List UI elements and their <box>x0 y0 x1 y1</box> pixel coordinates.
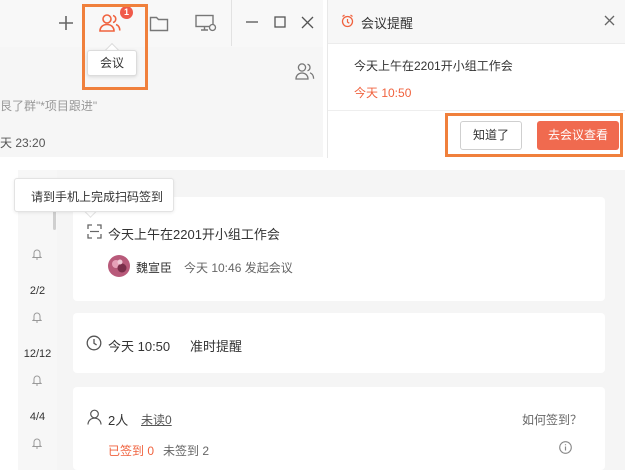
bell-icon <box>32 248 42 260</box>
timeline-count: 4/4 <box>29 411 46 423</box>
attendee-total: 2人 <box>108 413 129 428</box>
checkin-tooltip: 请到手机上完成扫码签到 <box>14 178 174 212</box>
reminder-message: 今天上午在2201开小组工作会 <box>354 59 513 73</box>
meeting-title: 今天上午在2201开小组工作会 <box>108 227 280 242</box>
organizer-name: 魏宣臣 <box>136 261 173 275</box>
monitor-settings-icon[interactable] <box>192 9 220 37</box>
meeting-reminder-dialog: 会议提醒 今天上午在2201开小组工作会 今天 10:50 知道了 去会议查看 <box>327 0 625 158</box>
close-icon[interactable] <box>604 15 615 26</box>
reminder-time-card: 今天 10:50 准时提醒 <box>73 313 605 373</box>
close-icon[interactable] <box>293 8 321 36</box>
how-to-checkin-link[interactable]: 如何签到？ <box>522 411 582 428</box>
maximize-icon[interactable] <box>266 8 294 36</box>
dialog-header: 会议提醒 <box>328 0 625 44</box>
meeting-detail-panel: 2/2 12/12 4/4 今天上午在2201开小组工作会 魏宣臣 今天 10:… <box>0 170 625 470</box>
timeline-count: 12/12 <box>23 348 52 360</box>
reminder-card-type: 准时提醒 <box>190 339 243 354</box>
minimize-icon[interactable] <box>238 8 266 36</box>
buttons-highlight-box <box>445 113 623 157</box>
toolbar-divider <box>231 0 232 46</box>
meeting-info-card: 今天上午在2201开小组工作会 魏宣臣 今天 10:46 发起会议 <box>73 197 605 301</box>
chat-last-message: 艮了群"*项目跟进" <box>0 99 98 113</box>
alarm-clock-icon <box>341 14 354 28</box>
meeting-start-info: 今天 10:46 发起会议 <box>184 261 293 275</box>
attendance-card: 2人 未读0 如何签到？ 已签到 0 未签到 2 <box>73 387 605 470</box>
reminder-card-time: 今天 10:50 <box>108 339 171 354</box>
info-icon[interactable] <box>559 441 572 454</box>
timeline-count: 2/2 <box>29 285 46 297</box>
meeting-highlight-box <box>82 4 148 90</box>
avatar[interactable] <box>108 255 130 277</box>
bell-icon <box>32 374 42 386</box>
person-icon <box>87 409 102 425</box>
unread-link[interactable]: 未读0 <box>141 411 172 428</box>
main-window-toolbar-area: 1 会议 艮了群"*项目跟进" 天 23:20 <box>0 0 323 157</box>
scan-qr-icon[interactable] <box>87 224 102 239</box>
reminder-time: 今天 10:50 <box>354 86 412 100</box>
toolbar <box>0 0 323 47</box>
bell-icon <box>32 437 42 449</box>
clock-icon <box>86 335 102 351</box>
dialog-title: 会议提醒 <box>361 16 414 31</box>
chat-last-time: 天 23:20 <box>0 136 46 150</box>
folder-icon[interactable] <box>145 9 173 37</box>
not-signed-in-count[interactable]: 未签到 2 <box>163 442 209 459</box>
bell-icon <box>32 311 42 323</box>
signed-in-count[interactable]: 已签到 0 <box>108 442 154 459</box>
plus-icon[interactable] <box>52 9 80 37</box>
people-icon[interactable] <box>295 62 315 80</box>
dialog-divider <box>328 110 625 111</box>
